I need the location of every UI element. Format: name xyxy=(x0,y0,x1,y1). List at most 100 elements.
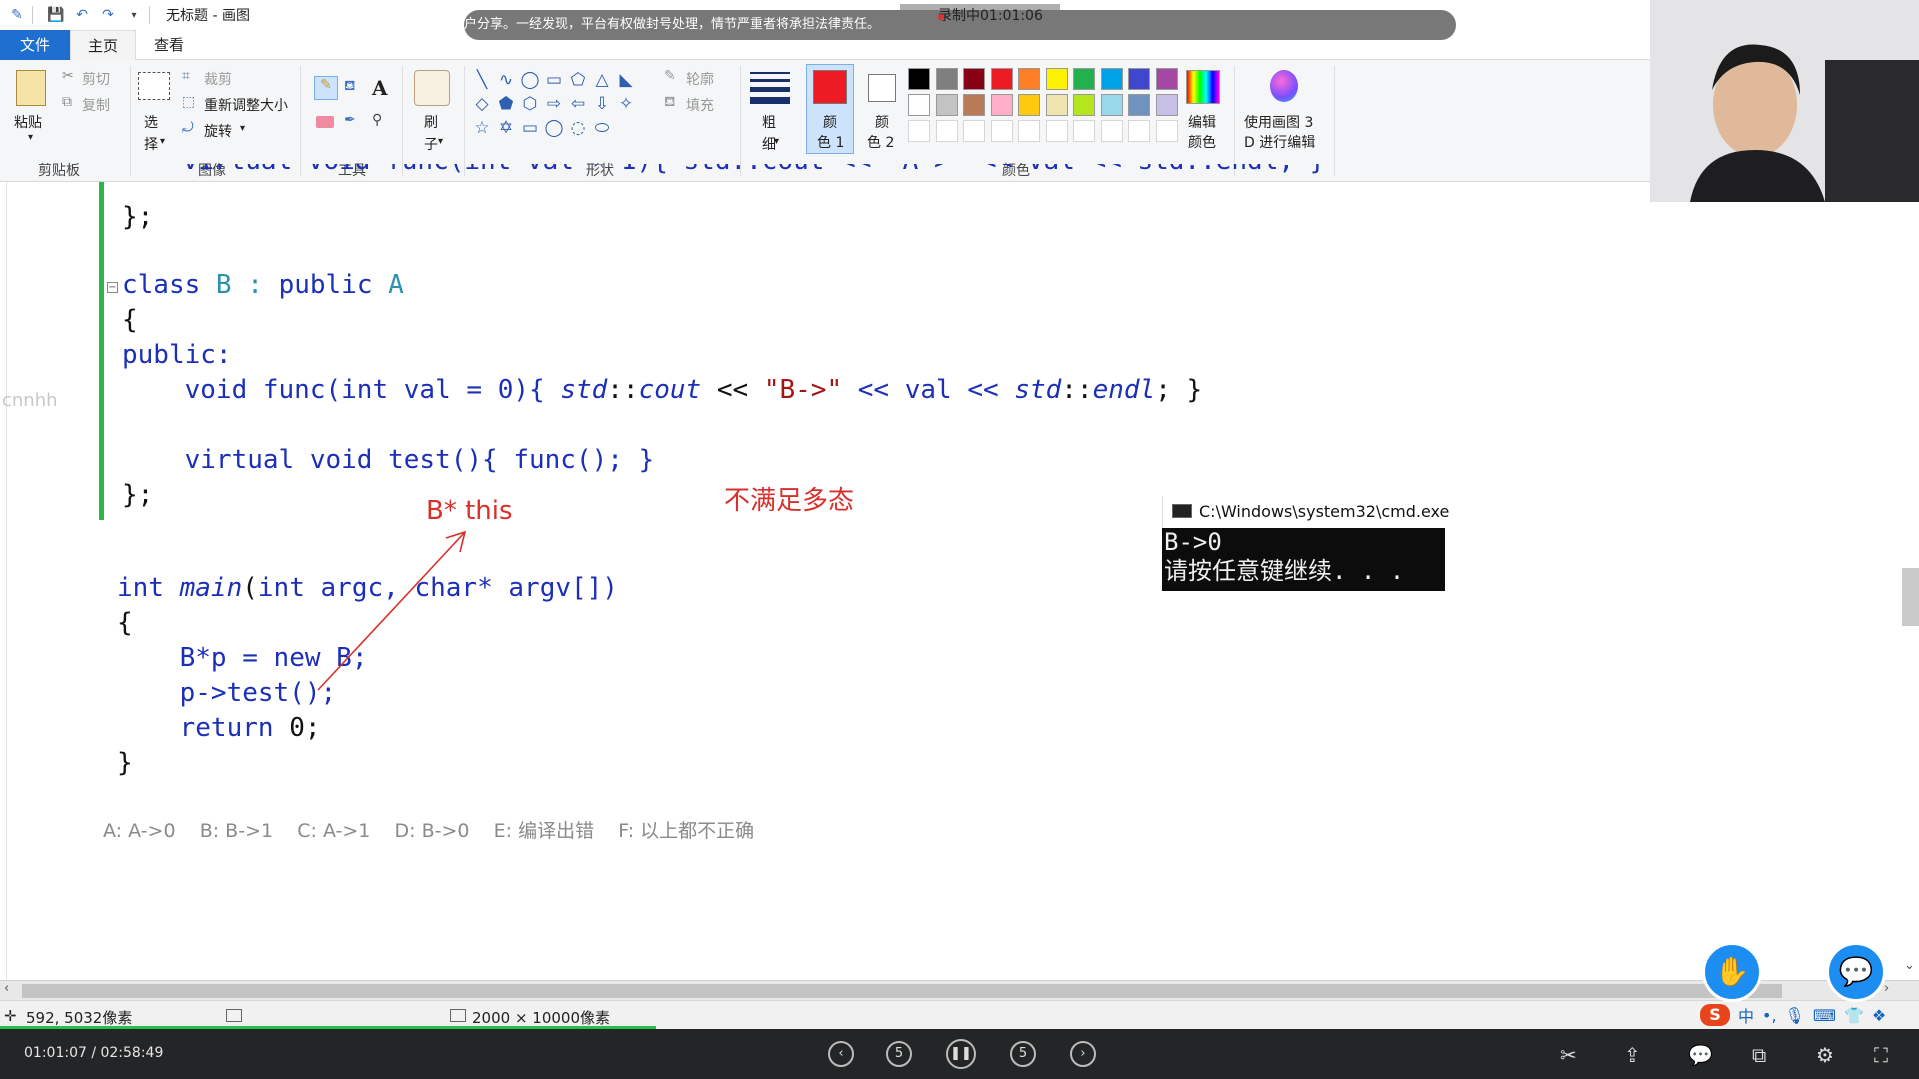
scissors-icon[interactable]: ✂ xyxy=(1560,1043,1577,1067)
custom-color-slot[interactable] xyxy=(1155,120,1178,142)
shape-option-icon[interactable]: ✡ xyxy=(496,118,516,138)
palette-color-swatch[interactable] xyxy=(963,68,985,90)
next-icon[interactable]: › xyxy=(1070,1041,1096,1067)
palette-color-swatch[interactable] xyxy=(1045,94,1068,116)
fold-toggle-icon[interactable]: − xyxy=(107,282,118,293)
eraser-icon[interactable] xyxy=(316,116,334,128)
outline-button[interactable]: 轮廓 xyxy=(686,69,714,89)
select-icon[interactable] xyxy=(138,72,170,100)
palette-color-swatch[interactable] xyxy=(1100,94,1123,116)
palette-color-swatch[interactable] xyxy=(990,94,1013,116)
microphone-icon[interactable]: 🎙 xyxy=(1785,1006,1805,1025)
copy-icon[interactable]: ⧉ xyxy=(62,94,72,110)
custom-color-slot[interactable] xyxy=(1018,120,1040,142)
outline-icon[interactable]: ✎ xyxy=(664,68,676,84)
palette-color-swatch[interactable] xyxy=(1128,68,1150,90)
custom-color-slot[interactable] xyxy=(1073,120,1095,142)
resize-button[interactable]: 重新调整大小 xyxy=(204,95,288,115)
settings-gear-icon[interactable]: ⚙ xyxy=(1816,1043,1834,1067)
toolbox-icon[interactable]: ❖ xyxy=(1872,1006,1886,1025)
select-button-line1[interactable]: 选择 xyxy=(144,112,160,156)
shape-option-icon[interactable]: △ xyxy=(592,70,612,90)
custom-color-slot[interactable] xyxy=(1128,120,1150,142)
edit-colors-line1[interactable]: 编辑 xyxy=(1188,112,1216,132)
shape-option-icon[interactable]: ◣ xyxy=(616,70,636,90)
skin-icon[interactable]: 👕 xyxy=(1844,1006,1864,1025)
palette-color-swatch[interactable] xyxy=(963,94,985,116)
shape-option-icon[interactable]: ⬟ xyxy=(496,94,516,114)
resize-icon[interactable]: ⬚ xyxy=(182,94,195,110)
shape-option-icon[interactable]: ⇦ xyxy=(568,94,588,114)
forward-5-button[interactable]: 5 xyxy=(1010,1041,1036,1067)
pencil-icon[interactable]: ✎ xyxy=(314,76,338,100)
paint3d-icon[interactable] xyxy=(1270,70,1298,102)
keyboard-icon[interactable]: ⌨ xyxy=(1813,1006,1836,1025)
shape-option-icon[interactable]: ⇨ xyxy=(544,94,564,114)
tab-view[interactable]: 查看 xyxy=(136,30,202,60)
ime-toolbar[interactable]: S 中 •, 🎙 ⌨ 👕 ❖ xyxy=(1700,1003,1919,1027)
paste-button[interactable]: 粘贴 xyxy=(14,112,42,132)
crop-button[interactable]: 裁剪 xyxy=(204,69,232,89)
horizontal-scroll-thumb[interactable] xyxy=(22,984,1782,998)
fullscreen-icon[interactable]: ⛶ xyxy=(1874,1043,1888,1067)
color-picker-icon[interactable]: ✒ xyxy=(344,112,356,128)
danmaku-icon[interactable]: 💬 xyxy=(1688,1043,1713,1067)
text-tool-icon[interactable]: A xyxy=(372,76,388,100)
color1-swatch[interactable] xyxy=(813,70,847,104)
palette-color-swatch[interactable] xyxy=(908,94,930,116)
customize-quick-access-icon[interactable]: ▾ xyxy=(125,6,143,24)
undo-icon[interactable]: ↶ xyxy=(73,6,91,24)
shape-option-icon[interactable]: ✧ xyxy=(616,94,636,114)
rotate-button[interactable]: 旋转 xyxy=(204,121,232,141)
palette-color-swatch[interactable] xyxy=(1073,94,1095,116)
save-icon[interactable]: 💾 xyxy=(47,6,65,24)
palette-color-swatch[interactable] xyxy=(1155,94,1178,116)
fill-icon[interactable]: ⛾ xyxy=(664,94,675,112)
shape-option-icon[interactable]: ⬡ xyxy=(520,94,540,114)
palette-color-swatch[interactable] xyxy=(1128,94,1150,116)
fill-button[interactable]: 填充 xyxy=(686,95,714,115)
shape-option-icon[interactable]: ⬠ xyxy=(568,70,588,90)
palette-color-swatch[interactable] xyxy=(1018,94,1040,116)
ime-punctuation[interactable]: •, xyxy=(1762,1006,1777,1025)
scroll-left-icon[interactable]: ‹ xyxy=(4,981,9,996)
shape-option-icon[interactable]: ∿ xyxy=(496,70,516,90)
custom-color-slot[interactable] xyxy=(990,120,1013,142)
custom-color-slot[interactable] xyxy=(963,120,985,142)
custom-color-slot[interactable] xyxy=(1045,120,1068,142)
shape-option-icon[interactable]: ▭ xyxy=(520,118,540,138)
ime-lang-toggle[interactable]: 中 xyxy=(1738,1003,1754,1027)
scroll-down-icon[interactable]: ⌄ xyxy=(1904,958,1915,973)
rewind-5-button[interactable]: 5 xyxy=(886,1041,912,1067)
shape-option-icon[interactable]: ╲ xyxy=(472,70,492,90)
pause-icon[interactable]: ❚❚ xyxy=(946,1039,976,1069)
picture-in-picture-icon[interactable]: ⧉ xyxy=(1752,1043,1766,1067)
horizontal-scrollbar[interactable]: ‹ › xyxy=(0,980,1919,1000)
shape-option-icon[interactable]: ◌ xyxy=(568,118,588,138)
paste-dropdown-icon[interactable]: ▾ xyxy=(28,132,33,143)
paint3d-line2[interactable]: D 进行编辑 xyxy=(1244,132,1315,152)
select-dropdown-icon[interactable]: ▾ xyxy=(160,136,165,147)
fill-bucket-icon[interactable]: ⛾ xyxy=(344,78,355,96)
magnifier-icon[interactable]: ⚲ xyxy=(372,112,382,128)
shape-option-icon[interactable]: ◇ xyxy=(472,94,492,114)
sogou-logo[interactable]: S xyxy=(1700,1004,1730,1026)
shape-option-icon[interactable]: ◯ xyxy=(520,70,540,90)
paint3d-line1[interactable]: 使用画图 3 xyxy=(1244,112,1313,132)
palette-color-swatch[interactable] xyxy=(1073,68,1095,90)
previous-icon[interactable]: ‹ xyxy=(828,1041,854,1067)
size-dropdown-icon[interactable]: ▾ xyxy=(774,136,779,147)
chat-bubble-button[interactable]: 💬 xyxy=(1826,942,1886,1002)
shape-option-icon[interactable]: ◯ xyxy=(544,118,564,138)
cut-icon[interactable]: ✂ xyxy=(62,68,74,84)
paste-icon[interactable] xyxy=(16,70,46,106)
shape-option-icon[interactable]: ⬭ xyxy=(592,118,612,138)
custom-color-slot[interactable] xyxy=(1100,120,1123,142)
brushes-button-line1[interactable]: 刷子 xyxy=(424,112,440,156)
scroll-right-icon[interactable]: › xyxy=(1884,981,1889,996)
palette-color-swatch[interactable] xyxy=(990,68,1013,90)
custom-color-slot[interactable] xyxy=(935,120,958,142)
tab-file[interactable]: 文件 xyxy=(0,30,70,60)
rotate-dropdown-icon[interactable]: ▾ xyxy=(240,123,245,134)
cut-button[interactable]: 剪切 xyxy=(82,69,110,89)
